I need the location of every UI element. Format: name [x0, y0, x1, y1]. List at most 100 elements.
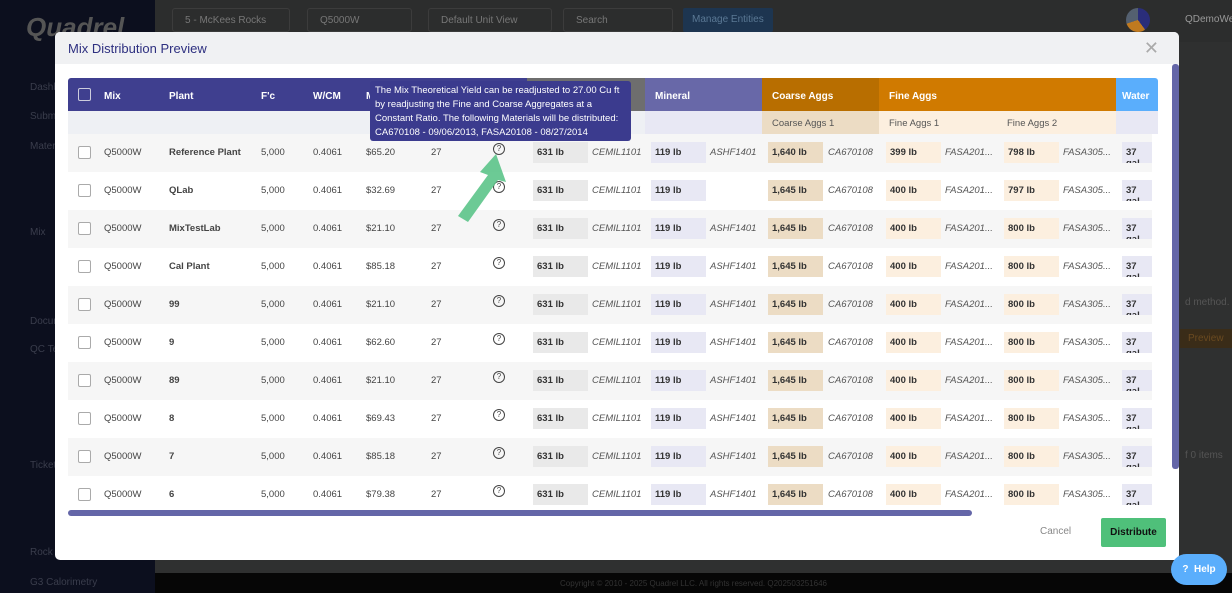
cell-water: 37 gal — [1122, 446, 1152, 467]
cell-coarse: 1,645 lb — [768, 484, 823, 505]
question-icon[interactable]: ? — [493, 333, 505, 345]
user-menu[interactable]: QDemoWebB — [1185, 14, 1232, 25]
cell-coarse: 1,645 lb — [768, 256, 823, 277]
cell-mineral-id: ASHF1401 — [710, 223, 757, 234]
cell-cost: $21.10 — [366, 375, 396, 386]
unit-view-select[interactable]: Default Unit View — [428, 8, 552, 32]
distribution-table: Mineral Coarse Aggs Fine Aggs Water Mix … — [68, 78, 1158, 518]
cell-cost: $62.60 — [366, 337, 396, 348]
table-horizontal-scrollbar[interactable] — [68, 510, 972, 516]
cell-fine2-id: FASA305... — [1063, 413, 1111, 424]
cell-fine2-id: FASA305... — [1063, 223, 1111, 234]
sidebar-item[interactable]: Mix — [30, 227, 46, 238]
cell-fine1-id: FASA201... — [945, 489, 993, 500]
cell-fine2-id: FASA305... — [1063, 147, 1111, 158]
cell-mix: Q5000W — [104, 375, 142, 386]
cell-mineral-id: ASHF1401 — [710, 451, 757, 462]
cell-mix: Q5000W — [104, 185, 142, 196]
cell-fine1: 399 lb — [886, 142, 941, 163]
table-row: ? Q5000W 6 5,000 0.4061 $79.38 27 631 lb CEMIL11… — [68, 476, 1152, 514]
cell-fc: 5,000 — [261, 413, 285, 424]
question-icon[interactable]: ? — [493, 485, 505, 497]
row-checkbox[interactable] — [78, 222, 91, 235]
cell-coarse: 1,645 lb — [768, 294, 823, 315]
row-checkbox[interactable] — [78, 146, 91, 159]
cell-fine1: 400 lb — [886, 446, 941, 467]
cell-cost: $21.10 — [366, 223, 396, 234]
table-row: ? Q5000W 9 5,000 0.4061 $62.60 27 631 lb CEMIL11… — [68, 324, 1152, 362]
cell-fc: 5,000 — [261, 299, 285, 310]
cell-water: 37 gal — [1122, 294, 1152, 315]
manage-entities-button[interactable]: Manage Entities — [683, 8, 773, 32]
cell-cement-id: CEMIL1101 — [592, 299, 642, 310]
cell-mineral-id: ASHF1401 — [710, 299, 757, 310]
cell-cost: $32.69 — [366, 185, 396, 196]
cell-yield: 27 — [431, 337, 442, 348]
cell-water: 37 gal — [1122, 484, 1152, 505]
cell-cement: 631 lb — [533, 142, 588, 163]
cell-water: 37 gal — [1122, 180, 1152, 201]
modal-scrollbar[interactable] — [1172, 64, 1179, 469]
cell-fine1-id: FASA201... — [945, 185, 993, 196]
cell-cement: 631 lb — [533, 256, 588, 277]
search-input[interactable]: Search — [563, 8, 673, 32]
table-row: ? Q5000W 7 5,000 0.4061 $85.18 27 631 lb CEMIL11… — [68, 438, 1152, 476]
cell-cement: 631 lb — [533, 370, 588, 391]
question-icon[interactable]: ? — [493, 447, 505, 459]
cell-coarse-id: CA670108 — [828, 299, 873, 310]
row-checkbox[interactable] — [78, 260, 91, 273]
table-row: ? Q5000W 99 5,000 0.4061 $21.10 27 631 lb CEMIL1… — [68, 286, 1152, 324]
cell-yield: 27 — [431, 413, 442, 424]
cell-plant: 7 — [169, 451, 175, 462]
select-all-checkbox[interactable] — [78, 88, 91, 101]
cell-fine2-id: FASA305... — [1063, 185, 1111, 196]
cell-wcm: 0.4061 — [313, 375, 343, 386]
cell-wcm: 0.4061 — [313, 261, 343, 272]
subheader-fine-aggs-1: Fine Aggs 1 — [879, 111, 997, 134]
table-row: ? Q5000W 89 5,000 0.4061 $21.10 27 631 lb CEMIL1… — [68, 362, 1152, 400]
row-checkbox[interactable] — [78, 488, 91, 501]
mix-select[interactable]: Q5000W — [307, 8, 412, 32]
question-icon[interactable]: ? — [493, 371, 505, 383]
row-checkbox[interactable] — [78, 298, 91, 311]
cell-fine1-id: FASA201... — [945, 147, 993, 158]
cell-fine1: 400 lb — [886, 294, 941, 315]
distribute-button[interactable]: Distribute — [1101, 518, 1166, 547]
cell-coarse: 1,640 lb — [768, 142, 823, 163]
cell-fc: 5,000 — [261, 375, 285, 386]
cell-fine2-id: FASA305... — [1063, 261, 1111, 272]
cell-mineral: 119 lb — [651, 218, 706, 239]
location-select[interactable]: 5 - McKees Rocks — [172, 8, 290, 32]
sidebar-item[interactable]: G3 Calorimetry — [30, 577, 97, 588]
question-icon[interactable]: ? — [493, 257, 505, 269]
question-icon[interactable]: ? — [493, 295, 505, 307]
sidebar-item[interactable]: Rock — [30, 547, 53, 558]
close-icon[interactable]: ✕ — [1144, 38, 1159, 59]
cell-fc: 5,000 — [261, 261, 285, 272]
help-label: Help — [1194, 564, 1216, 575]
header-fc: F'c — [261, 91, 276, 102]
row-checkbox[interactable] — [78, 374, 91, 387]
help-button[interactable]: ? Help — [1171, 554, 1227, 585]
row-checkbox[interactable] — [78, 184, 91, 197]
cell-fine1: 400 lb — [886, 370, 941, 391]
cell-yield: 27 — [431, 375, 442, 386]
cell-mineral: 119 lb — [651, 446, 706, 467]
row-checkbox[interactable] — [78, 412, 91, 425]
question-icon[interactable]: ? — [493, 409, 505, 421]
cell-coarse-id: CA670108 — [828, 261, 873, 272]
row-checkbox[interactable] — [78, 336, 91, 349]
cancel-button[interactable]: Cancel — [1040, 526, 1071, 537]
help-icon: ? — [1182, 564, 1194, 575]
cell-mineral-id: ASHF1401 — [710, 413, 757, 424]
cell-mineral: 119 lb — [651, 142, 706, 163]
cell-mineral-id: ASHF1401 — [710, 261, 757, 272]
avatar[interactable] — [1126, 8, 1150, 32]
cell-yield: 27 — [431, 451, 442, 462]
cell-mineral: 119 lb — [651, 370, 706, 391]
row-checkbox[interactable] — [78, 450, 91, 463]
cell-yield: 27 — [431, 489, 442, 500]
cell-fine2: 798 lb — [1004, 142, 1059, 163]
cell-plant: 6 — [169, 489, 175, 500]
cell-cement-id: CEMIL1101 — [592, 375, 642, 386]
